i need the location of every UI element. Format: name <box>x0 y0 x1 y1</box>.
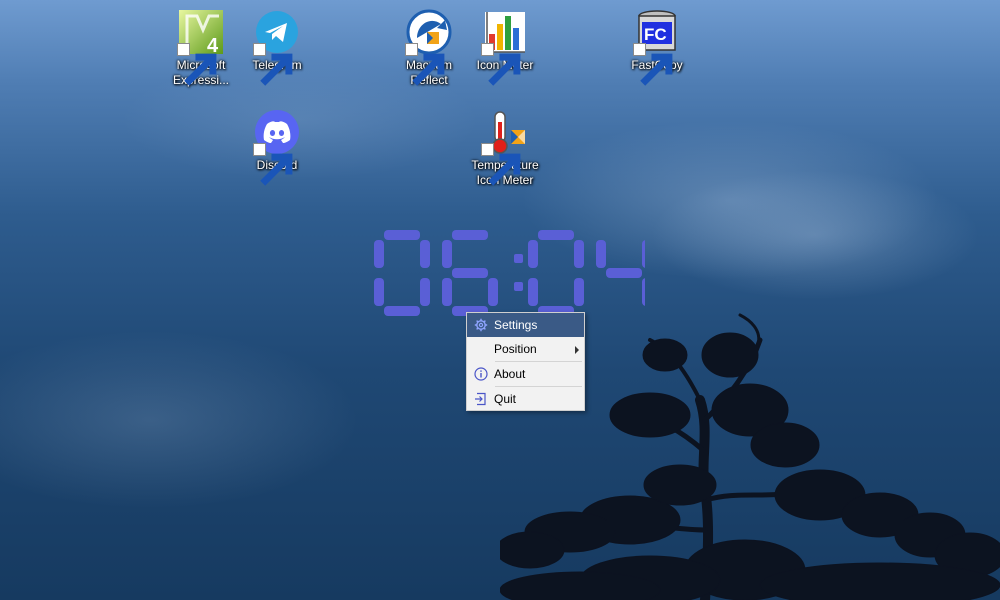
menu-item-label: About <box>494 367 526 381</box>
shortcut-arrow-icon <box>633 43 673 86</box>
shortcut-arrow-icon <box>405 43 445 86</box>
menu-item-settings[interactable]: Settings <box>467 313 584 337</box>
desktop-icon-fastcopy[interactable]: FC FastCopy <box>619 8 695 86</box>
clock-digit-segment <box>384 230 420 240</box>
exit-icon <box>474 392 488 406</box>
clock-digit-segment <box>528 278 538 306</box>
svg-text:FC: FC <box>644 25 667 44</box>
menu-item-quit[interactable]: Quit <box>467 387 584 411</box>
clock-digit-segment <box>420 240 430 268</box>
menu-item-label: Quit <box>494 392 517 406</box>
info-icon <box>474 367 488 381</box>
desktop-icon-icon-meter[interactable]: Icon Meter <box>467 8 543 86</box>
desktop-icon-telegram[interactable]: Telegram <box>239 8 315 86</box>
clock-colon-dot <box>514 254 523 263</box>
clock-digit-segment <box>442 278 452 306</box>
desktop-icon-discord[interactable]: Discord <box>239 108 315 186</box>
desktop-icon-temperature-icon-meter[interactable]: Temperature Icon Meter <box>467 108 543 188</box>
menu-item-position[interactable]: Position <box>467 337 584 361</box>
clock-context-menu: Settings Position About Quit <box>466 312 585 411</box>
clock-digit-segment <box>374 278 384 306</box>
menu-item-label: Position <box>494 342 537 356</box>
shortcut-arrow-icon <box>253 43 293 86</box>
clock-digit-segment <box>452 268 488 278</box>
clock-digit-segment <box>642 240 645 268</box>
menu-item-label: Settings <box>494 318 538 332</box>
clock-digit-segment <box>574 278 584 306</box>
shortcut-arrow-icon <box>481 143 521 186</box>
clock-digit-segment <box>384 306 420 316</box>
clock-digit-segment <box>642 278 645 306</box>
menu-item-about[interactable]: About <box>467 362 584 386</box>
shortcut-arrow-icon <box>481 43 521 86</box>
clock-digit-segment <box>606 268 642 278</box>
clock-digit-segment <box>574 240 584 268</box>
clock-digit-segment <box>374 240 384 268</box>
clock-digits <box>374 230 645 316</box>
clock-digit-segment <box>538 230 574 240</box>
shortcut-arrow-icon <box>177 43 217 86</box>
clock-digit-segment <box>528 240 538 268</box>
digital-clock: 06:04 <box>370 226 645 321</box>
clock-digit-segment <box>452 230 488 240</box>
desktop-icon-macrium-reflect[interactable]: Macrium Reflect <box>391 8 467 88</box>
clock-digit-segment <box>442 240 452 268</box>
desktop-icon-microsoft-expression[interactable]: 4 Microsoft Expressi... <box>163 8 239 88</box>
shortcut-arrow-icon <box>253 143 293 186</box>
clock-digit-segment <box>488 278 498 306</box>
clock-digit-segment <box>596 240 606 268</box>
clock-colon-dot <box>514 282 523 291</box>
clock-digit-segment <box>420 278 430 306</box>
gear-icon <box>474 318 488 332</box>
submenu-arrow-icon <box>575 346 579 354</box>
